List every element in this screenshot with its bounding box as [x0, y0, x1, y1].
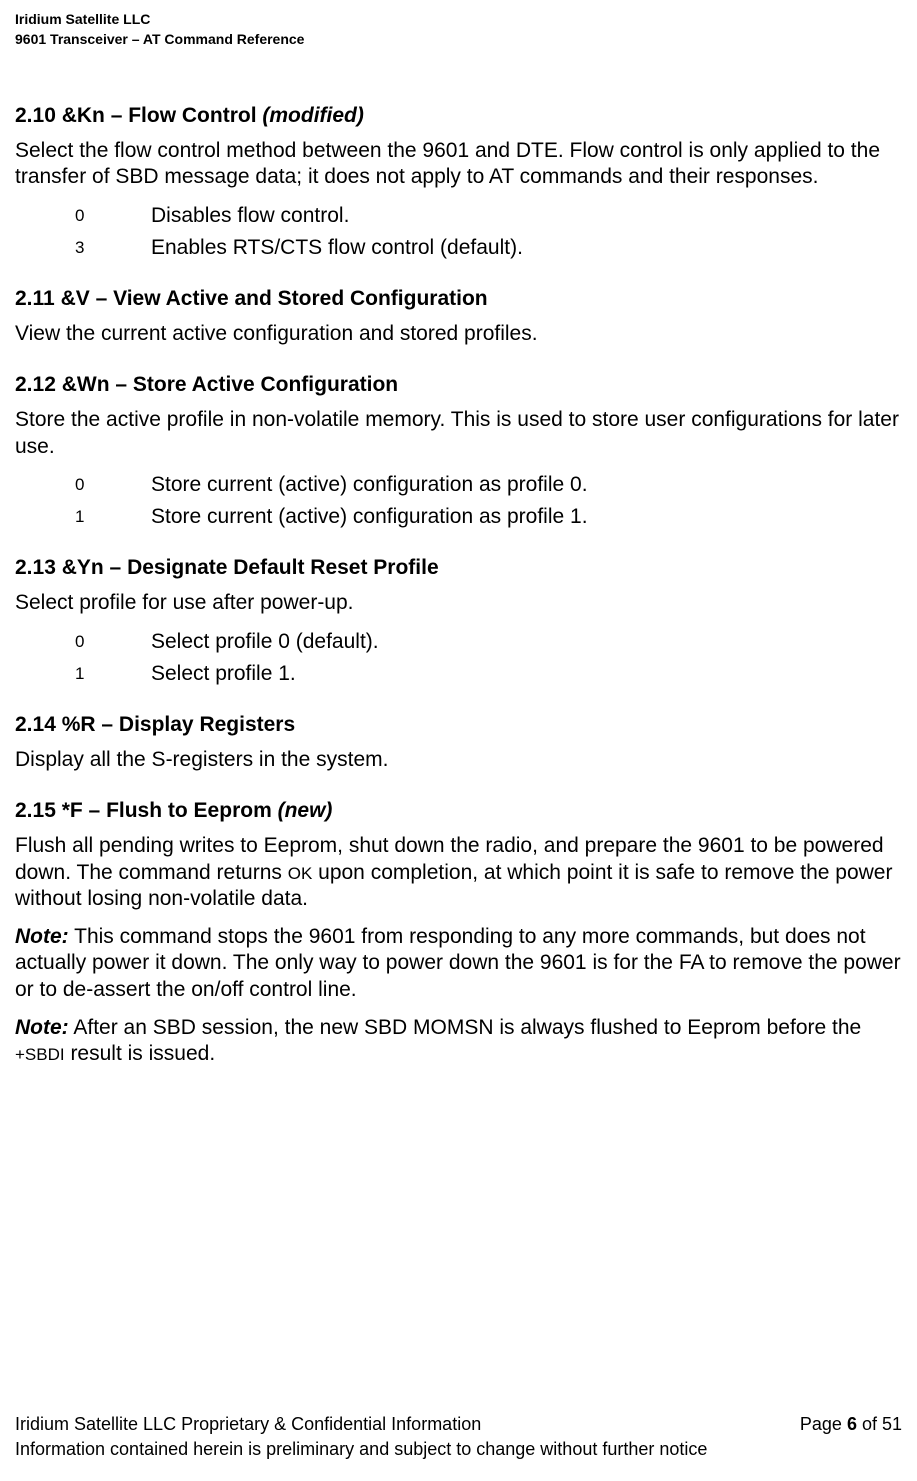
note-label: Note: [15, 925, 69, 948]
section-211-body: View the current active configuration an… [15, 321, 902, 347]
param-row: 0 Select profile 0 (default). [75, 629, 902, 655]
section-214-body: Display all the S-registers in the syste… [15, 747, 902, 773]
note-label: Note: [15, 1016, 69, 1039]
page-header: Iridium Satellite LLC 9601 Transceiver –… [15, 10, 902, 49]
section-215-num: 2.15 [15, 799, 56, 822]
param-desc: Disables flow control. [151, 203, 902, 229]
section-210-suffix: (modified) [262, 104, 363, 127]
param-desc: Select profile 0 (default). [151, 629, 902, 655]
company-name: Iridium Satellite LLC [15, 10, 902, 30]
section-213-heading: 2.13 &Yn – Designate Default Reset Profi… [15, 556, 902, 580]
section-215-heading: 2.15 *F – Flush to Eeprom (new) [15, 799, 902, 823]
page-num: 6 [847, 1414, 857, 1434]
section-215-body: Flush all pending writes to Eeprom, shut… [15, 833, 902, 912]
section-213-title: &Yn – Designate Default Reset Profile [62, 556, 439, 579]
param-key: 0 [75, 472, 151, 498]
section-214-num: 2.14 [15, 713, 56, 736]
section-213-body: Select profile for use after power-up. [15, 590, 902, 616]
section-212-title: &Wn – Store Active Configuration [62, 373, 398, 396]
param-row: 1 Select profile 1. [75, 661, 902, 687]
page-of: of 51 [857, 1414, 902, 1434]
param-desc: Store current (active) configuration as … [151, 472, 902, 498]
section-210-heading: 2.10 &Kn – Flow Control (modified) [15, 104, 902, 128]
note1-text: This command stops the 9601 from respond… [15, 925, 901, 1001]
param-row: 0 Disables flow control. [75, 203, 902, 229]
param-desc: Store current (active) configuration as … [151, 504, 902, 530]
param-row: 0 Store current (active) configuration a… [75, 472, 902, 498]
section-215-note2: Note: After an SBD session, the new SBD … [15, 1015, 902, 1068]
product-name: 9601 Transceiver – AT Command Reference [15, 30, 902, 50]
note2-pre: After an SBD session, the new SBD MOMSN … [69, 1016, 862, 1039]
footer-left: Iridium Satellite LLC Proprietary & Conf… [15, 1412, 481, 1436]
page-footer: Iridium Satellite LLC Proprietary & Conf… [15, 1412, 902, 1461]
param-key: 1 [75, 504, 151, 530]
param-key: 1 [75, 661, 151, 687]
sbdi-literal: +SBDI [15, 1045, 65, 1064]
param-key: 0 [75, 203, 151, 229]
param-row: 1 Store current (active) configuration a… [75, 504, 902, 530]
section-214-heading: 2.14 %R – Display Registers [15, 713, 902, 737]
footer-line2: Information contained herein is prelimin… [15, 1437, 902, 1461]
section-212-num: 2.12 [15, 373, 56, 396]
section-212-body: Store the active profile in non-volatile… [15, 407, 902, 460]
ok-literal: OK [288, 864, 313, 883]
param-row: 3 Enables RTS/CTS flow control (default)… [75, 235, 902, 261]
page-label: Page [800, 1414, 847, 1434]
param-key: 3 [75, 235, 151, 261]
section-210-title: &Kn – Flow Control [62, 104, 263, 127]
param-desc: Select profile 1. [151, 661, 902, 687]
note2-post: result is issued. [65, 1042, 216, 1065]
section-210-body: Select the flow control method between t… [15, 138, 902, 191]
section-215-suffix: (new) [278, 799, 333, 822]
param-desc: Enables RTS/CTS flow control (default). [151, 235, 902, 261]
section-211-title: &V – View Active and Stored Configuratio… [61, 287, 488, 310]
footer-line1: Iridium Satellite LLC Proprietary & Conf… [15, 1412, 902, 1436]
section-210-num: 2.10 [15, 104, 56, 127]
section-213-num: 2.13 [15, 556, 56, 579]
section-215-note1: Note: This command stops the 9601 from r… [15, 924, 902, 1003]
param-key: 0 [75, 629, 151, 655]
footer-page: Page 6 of 51 [800, 1412, 902, 1436]
section-212-heading: 2.12 &Wn – Store Active Configuration [15, 373, 902, 397]
section-214-title: %R – Display Registers [62, 713, 295, 736]
section-215-title: *F – Flush to Eeprom [62, 799, 278, 822]
section-211-num: 2.11 [15, 287, 55, 310]
section-211-heading: 2.11 &V – View Active and Stored Configu… [15, 287, 902, 311]
